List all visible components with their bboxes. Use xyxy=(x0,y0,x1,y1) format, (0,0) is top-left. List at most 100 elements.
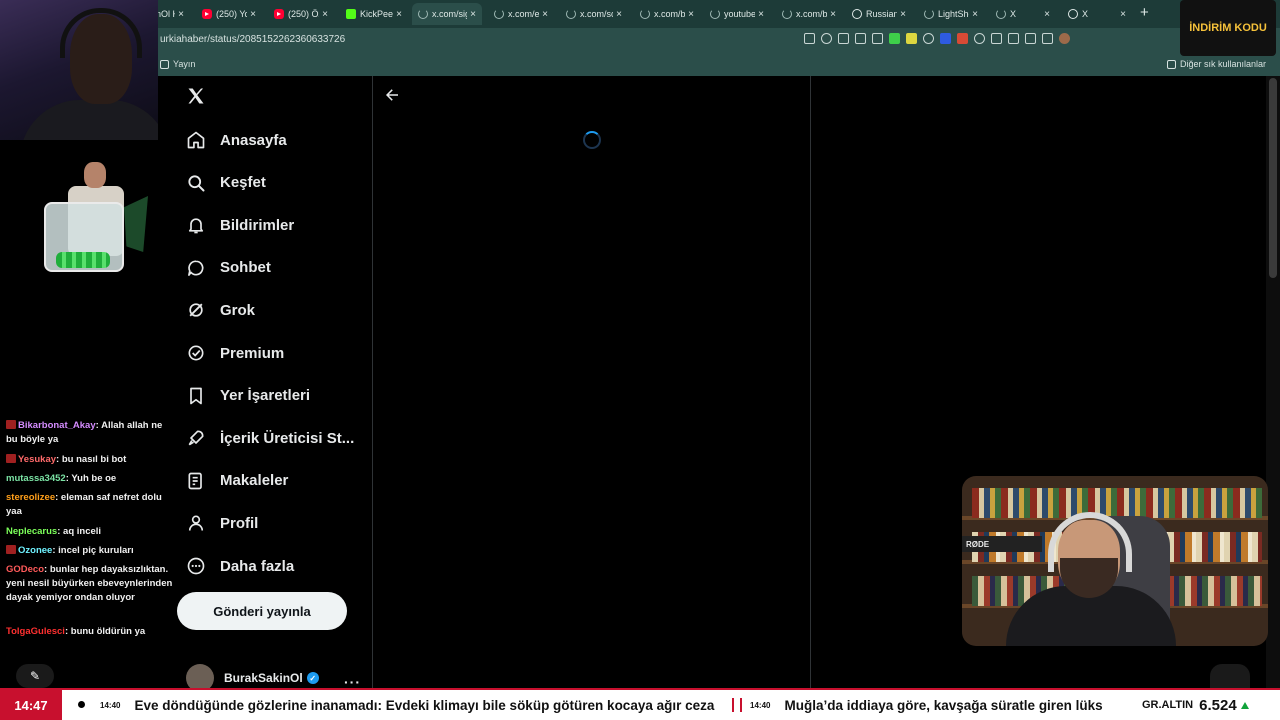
close-tab-icon[interactable]: × xyxy=(1041,9,1053,20)
browser-tab[interactable]: youtube.× xyxy=(704,3,770,25)
browser-tab[interactable]: Russian a× xyxy=(846,3,912,25)
refresh-extension-icon[interactable] xyxy=(974,33,985,44)
mascot-image xyxy=(28,158,152,278)
guest-webcam: RØDE xyxy=(962,476,1268,646)
nav-item-profil[interactable]: Profil xyxy=(186,508,258,538)
nav-item-bildirimler[interactable]: Bildirimler xyxy=(186,210,294,240)
youtube-icon xyxy=(202,9,212,19)
close-tab-icon[interactable]: × xyxy=(175,9,187,20)
url-field[interactable]: urkiahaber/status/2085152262360633726 xyxy=(160,34,345,45)
rocket-icon xyxy=(186,428,206,448)
browser-tab[interactable]: x.com/sig × xyxy=(412,3,482,25)
browser-tab-bar: X×X×LightSho×Russian a×x.com/bp×youtube.… xyxy=(0,0,1280,28)
tab-title: X xyxy=(1010,9,1017,19)
profile-icon xyxy=(186,513,206,533)
extension-yellow-icon[interactable] xyxy=(906,33,917,44)
close-tab-icon[interactable]: × xyxy=(897,9,909,20)
extension-icon[interactable] xyxy=(872,33,883,44)
browser-tab[interactable]: LightSho× xyxy=(918,3,984,25)
nav-item-label: Yer İşaretleri xyxy=(220,387,311,405)
page-scrollbar[interactable] xyxy=(1266,76,1280,688)
star-icon[interactable] xyxy=(855,33,866,44)
extension-green-icon[interactable] xyxy=(889,33,900,44)
close-tab-icon[interactable]: × xyxy=(393,9,405,20)
promo-badge: İNDİRİM KODU xyxy=(1180,0,1276,56)
user-badge-icon xyxy=(6,454,16,463)
nav-item-i-çerik-üreticisi-st[interactable]: İçerik Üreticisi St... xyxy=(186,423,354,453)
close-tab-icon[interactable]: × xyxy=(755,9,767,20)
browser-tab[interactable]: (250) Özg× xyxy=(268,3,334,25)
nav-item-grok[interactable]: Grok xyxy=(186,295,255,325)
close-tab-icon[interactable]: × xyxy=(685,9,697,20)
verified-badge-icon: ✓ xyxy=(306,672,319,684)
close-tab-icon[interactable]: × xyxy=(613,9,625,20)
tab-title: x.com/bp xyxy=(796,9,827,19)
heart-icon[interactable] xyxy=(1025,33,1036,44)
compose-pencil-icon[interactable]: ✎ xyxy=(16,664,54,688)
apps-icon[interactable] xyxy=(804,33,815,44)
x-logo-icon[interactable] xyxy=(186,86,206,106)
bell-icon xyxy=(186,215,206,235)
other-bookmarks[interactable]: Diğer sık kullanılanlar xyxy=(1166,59,1266,69)
back-arrow-icon[interactable] xyxy=(383,86,401,104)
close-tab-icon[interactable]: × xyxy=(969,9,981,20)
close-tab-icon[interactable]: × xyxy=(247,9,259,20)
folder-icon xyxy=(1166,59,1176,69)
bookmark-yayin[interactable]: Yayın xyxy=(160,59,195,69)
chat-username: TolgaGulesci xyxy=(6,626,65,637)
reader-icon[interactable] xyxy=(838,33,849,44)
bookmark-icon xyxy=(186,386,206,406)
tab-title: LightSho xyxy=(938,9,969,19)
browser-tab[interactable]: x.com/bo× xyxy=(634,3,700,25)
nav-item-sohbet[interactable]: Sohbet xyxy=(186,253,271,283)
chat-message: mutassa3452: Yuh be oe xyxy=(6,472,174,486)
extension-blue-icon[interactable] xyxy=(940,33,951,44)
nav-item-keşfet[interactable]: Keşfet xyxy=(186,168,266,198)
close-tab-icon[interactable]: × xyxy=(319,9,331,20)
tab-title: nOl H xyxy=(156,9,175,19)
browser-tab[interactable]: x.com/sol× xyxy=(560,3,628,25)
extension-circle-icon[interactable] xyxy=(923,33,934,44)
browser-tab[interactable]: KickPeek× xyxy=(340,3,408,25)
grok-search-button[interactable] xyxy=(1210,664,1250,688)
post-button[interactable]: Gönderi yayınla xyxy=(177,592,347,630)
close-tab-icon[interactable]: × xyxy=(539,9,551,20)
browser-tab[interactable]: x.com/ets× xyxy=(488,3,554,25)
sidebar-icon[interactable] xyxy=(991,33,1002,44)
tab-title: X xyxy=(1082,9,1089,19)
gold-value: 6.524 xyxy=(1199,696,1237,714)
article-icon xyxy=(186,471,206,491)
tab-title: Russian a xyxy=(866,9,897,19)
browser-tab[interactable]: X × xyxy=(1062,3,1132,25)
nav-item-label: Keşfet xyxy=(220,174,266,192)
close-tab-icon[interactable]: × xyxy=(467,9,479,20)
nav-item-makaleler[interactable]: Makaleler xyxy=(186,466,288,496)
globe-icon xyxy=(1068,9,1078,19)
browser-tab[interactable]: x.com/bp× xyxy=(776,3,842,25)
ticker-item: 14:40 Muğla’da iddiaya göre, kavşağa sür… xyxy=(732,690,1103,720)
scrollbar-thumb[interactable] xyxy=(1269,78,1277,278)
chat-text: bunu öldürün ya xyxy=(68,626,146,637)
nav-item-premium[interactable]: Premium xyxy=(186,338,284,368)
profile-avatar-icon[interactable] xyxy=(1059,33,1070,44)
close-tab-icon[interactable]: × xyxy=(827,9,839,20)
favorites-icon[interactable] xyxy=(1008,33,1019,44)
gold-label: GR.ALTIN xyxy=(1142,699,1194,711)
nav-item-label: Anasayfa xyxy=(220,131,287,149)
browser-tab[interactable]: X × xyxy=(990,3,1056,25)
x-main-column xyxy=(373,76,811,688)
close-tab-icon[interactable]: × xyxy=(1117,9,1129,20)
chat-username: Ozonee xyxy=(18,545,53,556)
user-badge-icon xyxy=(6,545,16,554)
loading-icon xyxy=(782,9,792,19)
browser-tab[interactable]: (250) You× xyxy=(196,3,262,25)
new-tab-button[interactable]: + xyxy=(1140,4,1149,21)
extension-red-icon[interactable] xyxy=(957,33,968,44)
nav-item-yer-i-şaretleri[interactable]: Yer İşaretleri xyxy=(186,381,310,411)
loading-spinner-icon xyxy=(583,131,601,149)
nav-item-daha-fazla[interactable]: Daha fazla xyxy=(186,551,294,581)
ticker-item: 14:40 Eve döndüğünde gözlerine inanamadı… xyxy=(100,690,714,720)
zoom-icon[interactable] xyxy=(821,33,832,44)
collections-icon[interactable] xyxy=(1042,33,1053,44)
nav-item-anasayfa[interactable]: Anasayfa xyxy=(186,125,287,155)
